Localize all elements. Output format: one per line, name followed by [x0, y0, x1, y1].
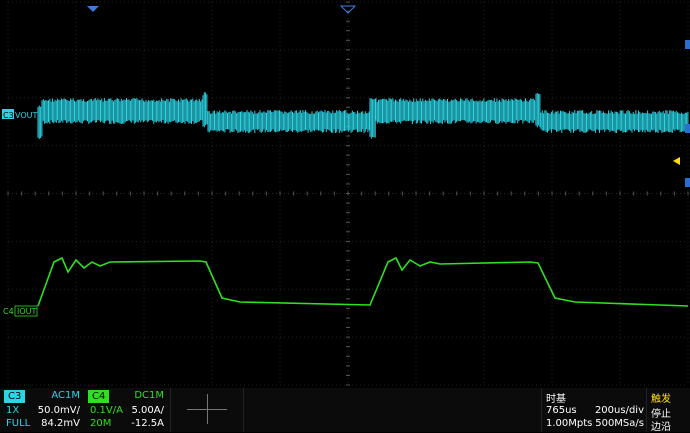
c3-scale: 50.0mV/: [37, 405, 80, 416]
crosshair-icon-v: [207, 394, 208, 424]
trigger-panel[interactable]: 触发 停止 边沿: [646, 388, 690, 433]
right-edge-marker-top: [685, 40, 690, 49]
c3-coupling: AC1M: [51, 390, 80, 401]
timebase-panel[interactable]: 时基 765us 200us/div 1.00Mpts 500MSa/s: [541, 388, 646, 432]
c3-marker-name: C3: [3, 111, 14, 120]
c3-ground-marker[interactable]: C3 VOUT: [2, 109, 37, 120]
add-channel-button[interactable]: [170, 388, 244, 432]
right-edge-marker-low: [685, 178, 690, 187]
timebase-scale: 200us/div: [594, 405, 644, 416]
timebase-delay: 765us: [546, 405, 577, 416]
c4-scale: 5.00A/: [131, 405, 164, 416]
c4-ground-marker[interactable]: C4 IOUT: [3, 305, 38, 317]
c3-info-panel[interactable]: C3 AC1M 1X 50.0mV/ FULL 84.2mV: [2, 388, 82, 432]
timebase-memory: 1.00Mpts: [546, 418, 593, 429]
c4-marker-label: IOUT: [17, 307, 37, 316]
c4-bandwidth: 20M: [90, 418, 112, 429]
c3-bandwidth: FULL: [6, 418, 31, 429]
c4-info-panel[interactable]: C4 DC1M 0.1V/A 5.00A/ 20M -12.5A: [86, 388, 166, 432]
c3-marker-label: VOUT: [15, 111, 37, 120]
c4-marker-name: C4: [3, 307, 14, 316]
timebase-title: 时基: [546, 394, 566, 405]
c4-tag: C4: [88, 390, 110, 403]
c3-offset: 84.2mV: [41, 418, 80, 429]
timebase-sample-rate: 500MSa/s: [595, 418, 644, 429]
c3-tag: C3: [4, 390, 26, 403]
c3-probe: 1X: [6, 405, 20, 416]
c4-offset: -12.5A: [131, 418, 164, 429]
c4-probe: 0.1V/A: [90, 405, 123, 416]
trigger-mode: 边沿: [651, 422, 671, 433]
right-edge-marker-mid: [685, 124, 690, 133]
c4-coupling: DC1M: [134, 390, 164, 401]
trigger-title: 触发: [651, 394, 671, 405]
waveform-display[interactable]: C3 VOUT C4 IOUT: [0, 0, 690, 432]
